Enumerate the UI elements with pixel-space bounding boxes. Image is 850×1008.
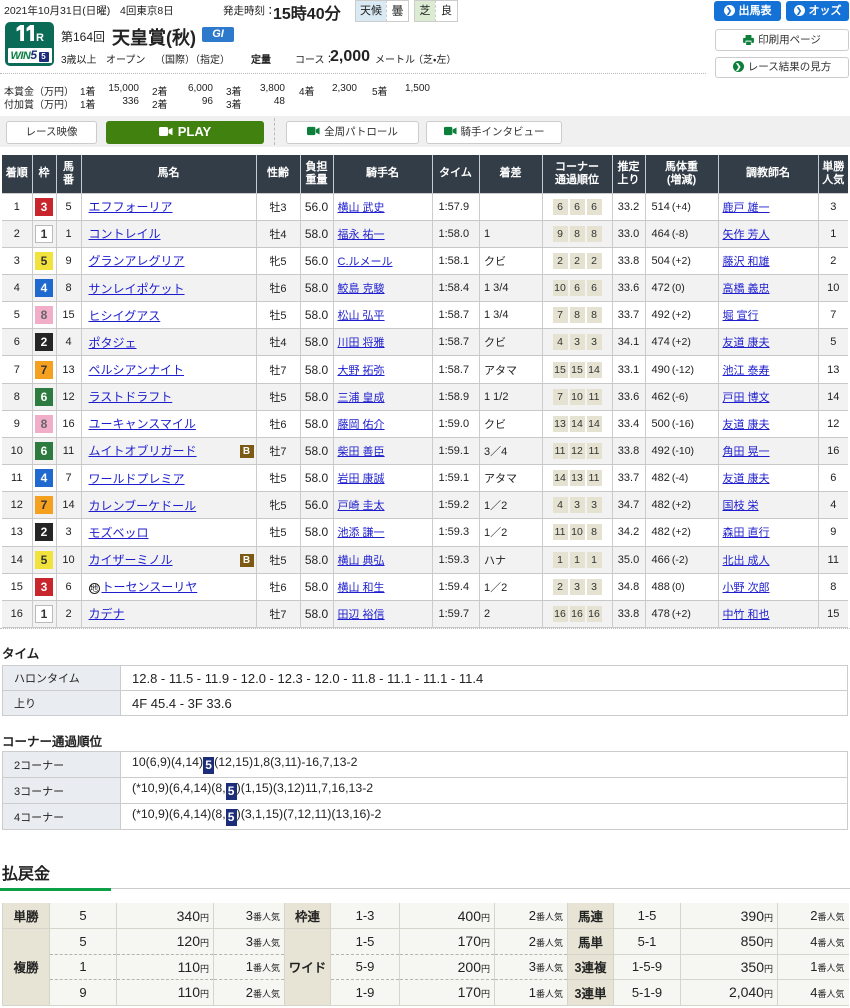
svg-text:R: R xyxy=(36,32,44,41)
